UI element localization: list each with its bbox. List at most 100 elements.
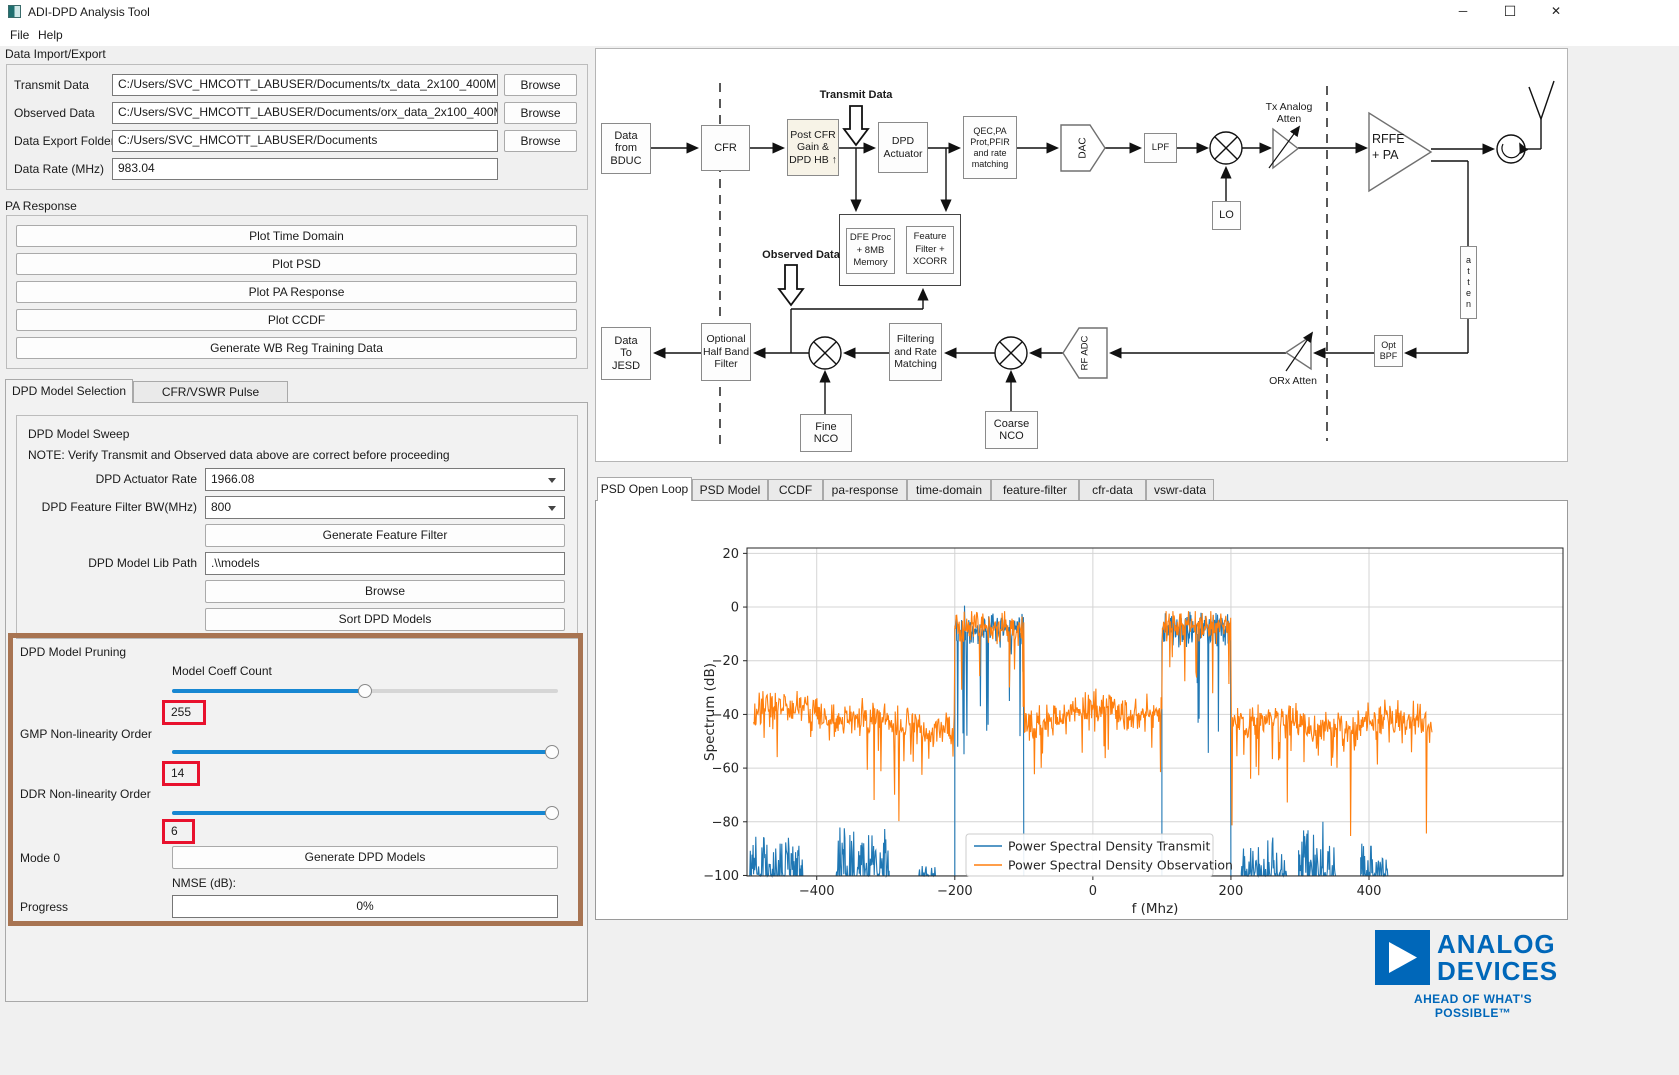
diagram-box-post-cfr: Post CFR Gain & DPD HB ↑ [787, 119, 839, 176]
lib-path-input[interactable]: .\\models [205, 552, 565, 575]
svg-text:200: 200 [1219, 884, 1244, 899]
feature-bw-combobox[interactable]: 800 [205, 496, 565, 519]
close-button[interactable]: ✕ [1539, 2, 1573, 21]
plot-tab-feature-filter[interactable]: feature-filter [991, 479, 1079, 501]
nmse-label: NMSE (dB): [172, 876, 236, 891]
analog-devices-logo: ANALOG DEVICES AHEAD OF WHAT'S POSSIBLE™ [1375, 930, 1571, 1010]
lib-path-browse-button[interactable]: Browse [205, 580, 565, 603]
logo-line1: ANALOG [1437, 931, 1556, 957]
actuator-rate-label: DPD Actuator Rate [20, 472, 197, 487]
svg-text:−400: −400 [799, 884, 835, 899]
plot-tab-time-domain[interactable]: time-domain [907, 479, 991, 501]
block-diagram-connectors: DAC RF ADC [596, 49, 1567, 461]
plot-tab-cfr-data[interactable]: cfr-data [1079, 479, 1146, 501]
diagram-box-lo: LO [1212, 201, 1241, 230]
generate-wb-reg-training-button[interactable]: Generate WB Reg Training Data [16, 337, 577, 359]
feature-bw-label: DPD Feature Filter BW(MHz) [20, 500, 197, 515]
ddr-order-label: DDR Non-linearity Order [20, 787, 151, 802]
app-icon [8, 5, 21, 18]
observed-data-input[interactable]: C:/Users/SVC_HMCOTT_LABUSER/Documents/or… [112, 102, 498, 124]
annotation-brown-highlight-box [8, 633, 583, 926]
observed-data-arrow-icon [779, 265, 803, 305]
model-sweep-title: DPD Model Sweep [28, 427, 129, 442]
plot-time-domain-button[interactable]: Plot Time Domain [16, 225, 577, 247]
observed-data-browse-button[interactable]: Browse [504, 102, 577, 124]
transmit-data-input[interactable]: C:/Users/SVC_HMCOTT_LABUSER/Documents/tx… [112, 74, 498, 96]
svg-text:−80: −80 [712, 815, 739, 830]
transmit-data-label-diagram: Transmit Data [811, 89, 901, 101]
svg-text:−60: −60 [712, 762, 739, 777]
model-coeff-count-label: Model Coeff Count [172, 664, 272, 679]
generate-feature-filter-button[interactable]: Generate Feature Filter [205, 524, 565, 547]
rf-adc-label: RF ADC [1080, 335, 1091, 370]
plot-tab-ccdf[interactable]: CCDF [768, 479, 823, 501]
circulator-icon [1497, 135, 1525, 163]
observed-data-label: Observed Data [14, 106, 95, 121]
model-coeff-count-value: 255 [171, 705, 191, 719]
progress-value: 0% [356, 899, 373, 913]
psd-open-loop-chart: 200−20−40−60−80−100−400−2000200400f (Mhz… [596, 501, 1567, 919]
plot-tab-pa-response[interactable]: pa-response [823, 479, 907, 501]
section-title-import-export: Data Import/Export [5, 47, 106, 61]
slider-fill [172, 811, 552, 815]
observed-data-label-diagram: Observed Data [756, 249, 846, 261]
plot-tab-psd-model[interactable]: PSD Model [692, 479, 768, 501]
menu-bar: File Help [0, 23, 1679, 46]
rffe-pa-label: RFFE + PA [1372, 131, 1416, 163]
pruning-title: DPD Model Pruning [20, 645, 126, 660]
plot-ccdf-button[interactable]: Plot CCDF [16, 309, 577, 331]
gmp-order-slider[interactable] [172, 745, 558, 759]
svg-text:400: 400 [1357, 884, 1382, 899]
menu-file[interactable]: File [4, 26, 35, 44]
dropdown-arrow-icon [548, 506, 556, 511]
minimize-button[interactable]: ─ [1446, 2, 1480, 21]
dac-label: DAC [1078, 137, 1089, 158]
plot-psd-button[interactable]: Plot PSD [16, 253, 577, 275]
transmit-data-browse-button[interactable]: Browse [504, 74, 577, 96]
svg-text:0: 0 [731, 601, 739, 616]
logo-tagline: AHEAD OF WHAT'S POSSIBLE™ [1375, 992, 1571, 1020]
actuator-rate-combobox[interactable]: 1966.08 [205, 468, 565, 491]
data-export-folder-browse-button[interactable]: Browse [504, 130, 577, 152]
section-title-pa-response: PA Response [5, 199, 77, 213]
slider-fill [172, 689, 365, 693]
maximize-button[interactable]: ☐ [1493, 2, 1527, 21]
plot-tab-psd-open-loop[interactable]: PSD Open Loop [597, 477, 692, 501]
diagram-box-opt-bpf: Opt BPF [1374, 335, 1403, 367]
window-title: ADI-DPD Analysis Tool [28, 5, 150, 19]
svg-text:Power Spectral Density Transmi: Power Spectral Density Transmit [1008, 839, 1211, 854]
svg-text:20: 20 [722, 547, 739, 562]
block-diagram-panel: DAC RF ADC Data from BDUC CFR Post CFR G… [595, 48, 1568, 462]
plot-pa-response-button[interactable]: Plot PA Response [16, 281, 577, 303]
slider-handle[interactable] [545, 745, 559, 759]
diagram-box-qec: QEC,PA Prot,PFIR and rate matching [963, 116, 1017, 179]
feature-bw-value: 800 [211, 500, 231, 514]
menu-help[interactable]: Help [32, 26, 69, 44]
dropdown-arrow-icon [548, 478, 556, 483]
svg-text:Spectrum (dB): Spectrum (dB) [702, 663, 718, 761]
data-rate-input[interactable]: 983.04 [112, 158, 498, 180]
data-export-folder-input[interactable]: C:/Users/SVC_HMCOTT_LABUSER/Documents [112, 130, 498, 152]
progress-bar: 0% [172, 895, 558, 918]
tx-atten-icon [1273, 129, 1298, 168]
diagram-box-data-from-bduc: Data from BDUC [601, 123, 651, 174]
annotation-red-box-gmp: 14 [162, 761, 200, 786]
tab-dpd-model-selection[interactable]: DPD Model Selection [5, 379, 133, 403]
slider-handle[interactable] [545, 806, 559, 820]
tab-cfr-vswr-pulse-generator[interactable]: CFR/VSWR Pulse Generator [133, 381, 288, 403]
sort-dpd-models-button[interactable]: Sort DPD Models [205, 608, 565, 631]
transmit-data-label: Transmit Data [14, 78, 89, 93]
slider-handle[interactable] [358, 684, 372, 698]
generate-dpd-models-button[interactable]: Generate DPD Models [172, 846, 558, 869]
plot-tab-vswr-data[interactable]: vswr-data [1146, 479, 1214, 501]
model-coeff-count-slider[interactable] [172, 684, 558, 698]
svg-text:0: 0 [1089, 884, 1097, 899]
ddr-order-slider[interactable] [172, 806, 558, 820]
svg-text:−100: −100 [703, 869, 739, 884]
diagram-box-lpf: LPF [1144, 133, 1177, 163]
progress-label: Progress [20, 900, 68, 915]
svg-text:Power Spectral Density Observa: Power Spectral Density Observation [1008, 858, 1233, 873]
mode-label: Mode 0 [20, 851, 60, 866]
mixer-icon [1210, 132, 1242, 164]
svg-text:−200: −200 [937, 884, 973, 899]
